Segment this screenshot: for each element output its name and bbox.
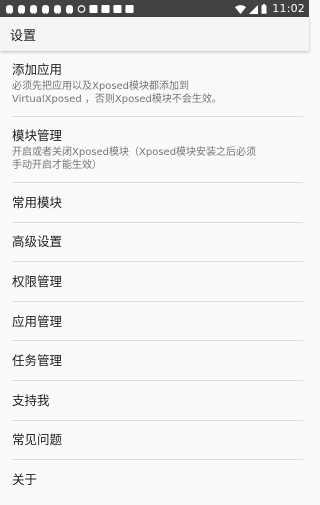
notification-icons: [5, 4, 235, 14]
setting-title: 模块管理: [12, 128, 63, 143]
setting-module-manage[interactable]: 模块管理 开启或者关闭Xposed模块（Xposed模块安装之后必须 手动开启才…: [0, 117, 309, 183]
setting-title: 任务管理: [12, 353, 63, 369]
app-bar: 设置: [0, 17, 309, 51]
settings-list: 添加应用 必须先把应用以及Xposed模块都添加到 VirtualXposed …: [0, 51, 309, 500]
battery-icon: [261, 0, 267, 18]
android-icon: [5, 4, 14, 14]
setting-title: 添加应用: [12, 62, 63, 77]
android-icon: [29, 4, 38, 14]
setting-common-modules[interactable]: 常用模块: [0, 183, 309, 223]
setting-task-manage[interactable]: 任务管理: [0, 341, 309, 381]
setting-permission-manage[interactable]: 权限管理: [0, 262, 309, 302]
android-icon: [41, 4, 50, 14]
square-icon: [113, 4, 122, 14]
setting-title: 支持我: [12, 392, 50, 408]
setting-faq[interactable]: 常见问题: [0, 421, 309, 461]
page-title: 设置: [10, 28, 37, 44]
android-icon: [65, 4, 74, 14]
setting-about[interactable]: 关于: [0, 460, 309, 500]
system-icons: 11:02: [235, 0, 305, 18]
square-icon: [101, 4, 110, 14]
setting-title: 关于: [12, 471, 38, 487]
setting-add-app[interactable]: 添加应用 必须先把应用以及Xposed模块都添加到 VirtualXposed …: [0, 51, 309, 117]
setting-support-me[interactable]: 支持我: [0, 381, 309, 421]
setting-title: 权限管理: [12, 273, 63, 289]
setting-summary: 开启或者关闭Xposed模块（Xposed模块安装之后必须 手动开启才能生效）: [12, 147, 257, 171]
signal-icon: [249, 0, 259, 18]
android-icon: [17, 4, 26, 14]
wifi-icon: [235, 0, 247, 18]
setting-title: 常用模块: [12, 194, 63, 210]
setting-summary: 必须先把应用以及Xposed模块都添加到 VirtualXposed ，否则Xp…: [12, 81, 222, 105]
sync-icon: [77, 4, 86, 14]
setting-title: 应用管理: [12, 313, 63, 329]
setting-title: 高级设置: [12, 234, 63, 250]
square-icon: [125, 4, 134, 14]
setting-title: 常见问题: [12, 432, 63, 448]
status-bar: 11:02: [0, 0, 309, 17]
setting-app-manage[interactable]: 应用管理: [0, 302, 309, 342]
square-icon: [89, 4, 98, 14]
status-time: 11:02: [272, 2, 305, 15]
android-icon: [53, 4, 62, 14]
setting-advanced-settings[interactable]: 高级设置: [0, 223, 309, 263]
